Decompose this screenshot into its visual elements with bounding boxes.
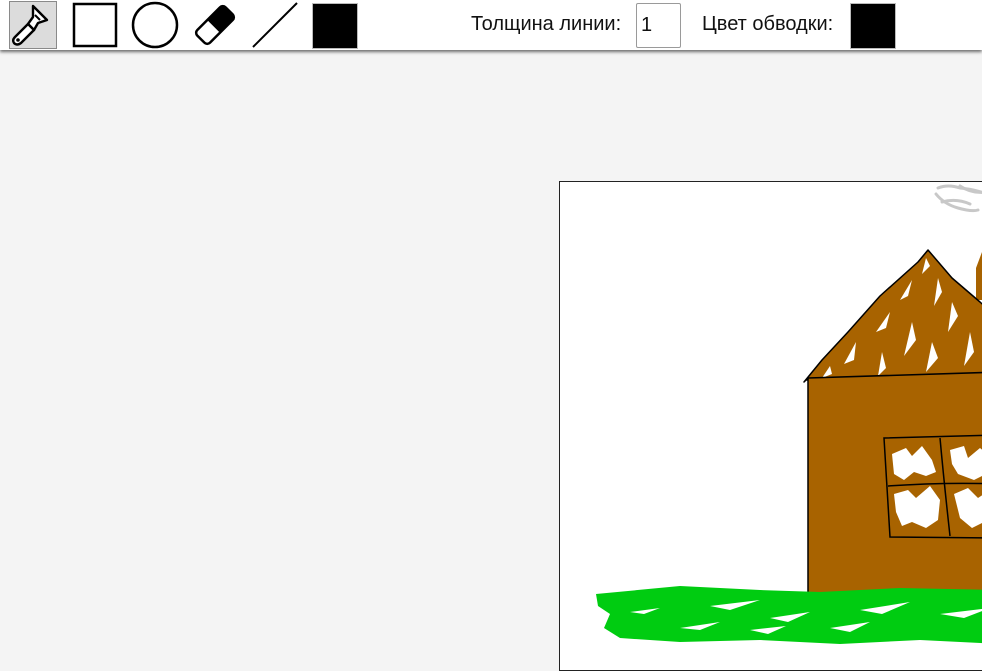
grass: [596, 586, 982, 644]
drawing-canvas[interactable]: [559, 181, 982, 671]
line-width-input[interactable]: [636, 3, 681, 48]
rectangle-icon: [71, 1, 119, 49]
line-tool-button[interactable]: [251, 1, 299, 49]
stroke-color-swatch[interactable]: [850, 3, 896, 49]
fill-color-swatch[interactable]: [312, 3, 358, 49]
eraser-tool-button[interactable]: [191, 1, 239, 49]
window: [883, 434, 982, 539]
ellipse-tool-button[interactable]: [131, 1, 179, 49]
house-drawing: [596, 184, 982, 644]
brush-icon: [11, 3, 55, 47]
rectangle-tool-button[interactable]: [71, 1, 119, 49]
eraser-icon: [191, 1, 239, 49]
chimney: [976, 252, 982, 300]
toolbar: Толщина линии: Цвет обводки:: [0, 0, 982, 50]
ellipse-icon: [131, 1, 179, 49]
brush-tool-button[interactable]: [9, 1, 57, 49]
chimney-smoke: [934, 184, 982, 213]
line-width-label: Толщина линии:: [471, 13, 622, 35]
stroke-color-label: Цвет обводки:: [702, 13, 834, 35]
line-icon: [251, 1, 299, 49]
